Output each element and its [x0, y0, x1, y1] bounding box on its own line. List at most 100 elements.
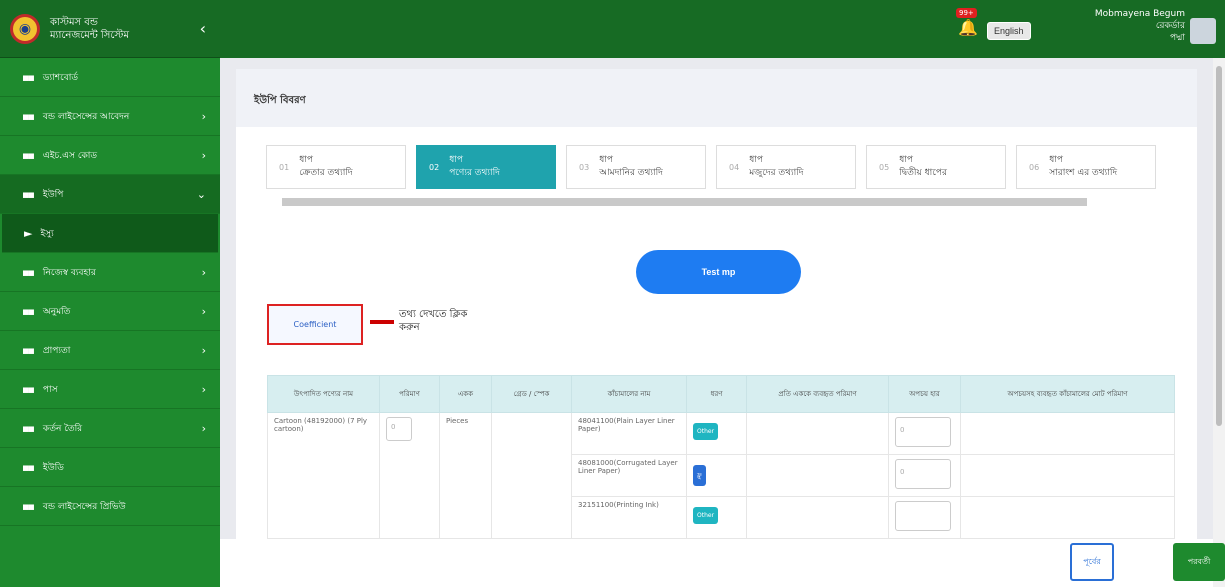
per-unit-cell	[746, 496, 889, 539]
sidebar-item-up[interactable]: ▪▪ ইউপি ⌄	[0, 175, 220, 214]
sidebar-item-label: ইউডি	[42, 462, 64, 473]
triangle-right-icon: ►	[24, 226, 33, 240]
step-summary-info[interactable]: 06 ধাপ সারাংশ এর তথ্যাদি	[1016, 145, 1156, 189]
col-material-name: কাঁচামালের নাম	[571, 375, 687, 413]
type-badge[interactable]: ফ্লু	[693, 465, 706, 486]
step-number: 01	[279, 162, 290, 172]
step-label: পণ্যের তথ্যাদি	[449, 168, 500, 178]
grid-icon: ▪▪	[22, 70, 35, 84]
collapse-icon[interactable]: ‹	[196, 19, 210, 38]
grid-icon: ▪▪	[22, 148, 35, 162]
step-number: 06	[1029, 162, 1040, 172]
test-mp-button[interactable]: Test mp	[636, 250, 801, 294]
grid-icon: ▪▪	[22, 109, 35, 123]
step-label: আমদানির তথ্যাদি	[599, 168, 663, 178]
sidebar-item-deduction[interactable]: ▪▪ কর্তন তৈরি ›	[0, 409, 220, 448]
step-caption: ধাপ	[1049, 155, 1063, 165]
quantity-input[interactable]: 0	[386, 417, 412, 441]
material-table: উৎপাদিত পণ্যের নাম পরিমাণ একক গ্রেড / স্…	[267, 375, 1175, 539]
stepper: 01 ধাপ ক্রেতার তথ্যাদি 02 ধাপ পণ্যের তথ্যাদি…	[266, 145, 1176, 193]
col-quantity: পরিমাণ	[379, 375, 440, 413]
chevron-right-icon: ›	[201, 382, 206, 396]
per-unit-cell	[746, 412, 889, 455]
horizontal-scrollbar[interactable]	[274, 197, 1174, 207]
waste-rate-input[interactable]: 0	[895, 417, 951, 447]
sidebar-item-ud[interactable]: ▪▪ ইউডি	[0, 448, 220, 487]
material-cell: 48081000(Corrugated Layer Liner Paper)	[571, 454, 687, 497]
user-name: Mobmayena Begum	[1094, 9, 1185, 19]
step-label: মজুদের তথ্যাদি	[749, 168, 804, 178]
waste-cell: 0	[888, 412, 961, 455]
step-second-stage[interactable]: 05 ধাপ দ্বিতীয় ধাপের	[866, 145, 1006, 189]
sidebar-item-label: অনুমতি	[42, 306, 71, 317]
notification-badge: 99+	[956, 8, 977, 18]
sidebar-item-label: ইস্যু	[40, 228, 54, 239]
grid-icon: ▪▪	[22, 460, 35, 474]
step-import-info[interactable]: 03 ধাপ আমদানির তথ্যাদি	[566, 145, 706, 189]
type-badge[interactable]: Other	[693, 507, 719, 524]
next-button[interactable]: পরবর্তী	[1173, 543, 1225, 581]
waste-cell	[888, 496, 961, 539]
step-product-info[interactable]: 02 ধাপ পণ্যের তথ্যাদি	[416, 145, 556, 189]
scrollbar-thumb[interactable]	[1216, 66, 1222, 426]
step-caption: ধাপ	[299, 155, 313, 165]
sidebar-item-dashboard[interactable]: ▪▪ ড্যাশবোর্ড	[0, 58, 220, 97]
waste-rate-input[interactable]: 0	[895, 459, 951, 489]
user-info[interactable]: Mobmayena Begum রেকর্ডার পদ্মা	[1080, 8, 1185, 44]
sidebar-item-label: বন্ড লাইসেন্সের প্রিভিউ	[42, 501, 126, 512]
waste-rate-input[interactable]	[895, 501, 951, 531]
step-caption: ধাপ	[749, 155, 763, 165]
total-cell	[960, 496, 1175, 539]
sidebar: ◉ কাস্টমস বন্ড ম্যানেজমেন্ট সিস্টেম ‹ ▪▪…	[0, 0, 220, 587]
sidebar-item-license-preview[interactable]: ▪▪ বন্ড লাইসেন্সের প্রিভিউ	[0, 487, 220, 526]
sidebar-item-own-use[interactable]: ▪▪ নিজেস্ব ব্যবহার ›	[0, 253, 220, 292]
chevron-right-icon: ›	[201, 343, 206, 357]
sidebar-header: ◉ কাস্টমস বন্ড ম্যানেজমেন্ট সিস্টেম ‹	[0, 0, 220, 58]
col-total-material: অপচয়সহ ব্যবহৃত কাঁচামালের মোট পরিমাণ	[960, 375, 1175, 413]
col-product-name: উৎপাদিত পণ্যের নাম	[267, 375, 380, 413]
main-card: ইউপি বিবরণ 01 ধাপ ক্রেতার তথ্যাদি 02 ধাপ পণ্…	[236, 69, 1197, 539]
sidebar-item-label: প্রাপ্যতা	[42, 345, 71, 356]
sidebar-item-pass[interactable]: ▪▪ পাস ›	[0, 370, 220, 409]
step-label: ক্রেতার তথ্যাদি	[299, 168, 353, 178]
sidebar-item-label: ড্যাশবোর্ড	[42, 72, 78, 83]
previous-button[interactable]: পূর্বের	[1070, 543, 1114, 581]
waste-cell: 0	[888, 454, 961, 497]
sidebar-item-permission[interactable]: ▪▪ অনুমতি ›	[0, 292, 220, 331]
scrollbar-thumb[interactable]	[282, 198, 1087, 206]
step-label: সারাংশ এর তথ্যাদি	[1049, 168, 1118, 178]
avatar[interactable]	[1190, 18, 1216, 44]
arrow-left-icon	[370, 320, 394, 324]
grade-cell	[491, 412, 572, 539]
coefficient-button[interactable]: Coefficient	[267, 304, 363, 345]
sidebar-item-issue[interactable]: ► ইস্যু	[2, 214, 218, 253]
user-office: পদ্মা	[1170, 33, 1185, 43]
sidebar-item-hs-code[interactable]: ▪▪ এইচ.এস কোড ›	[0, 136, 220, 175]
step-number: 03	[579, 162, 590, 172]
chevron-right-icon: ›	[201, 148, 206, 162]
step-caption: ধাপ	[599, 155, 613, 165]
step-buyer-info[interactable]: 01 ধাপ ক্রেতার তথ্যাদি	[266, 145, 406, 189]
chevron-right-icon: ›	[201, 109, 206, 123]
sidebar-item-bond-license-application[interactable]: ▪▪ বন্ড লাইসেন্সের আবেদন ›	[0, 97, 220, 136]
chevron-right-icon: ›	[201, 304, 206, 318]
sidebar-item-label: এইচ.এস কোড	[42, 150, 98, 161]
material-cell: 32151100(Printing Ink)	[571, 496, 687, 539]
vertical-scrollbar[interactable]	[1213, 58, 1225, 587]
language-toggle-button[interactable]: English	[987, 22, 1031, 40]
chevron-right-icon: ›	[201, 265, 206, 279]
user-role: রেকর্ডার	[1155, 21, 1185, 31]
sidebar-item-entitlement[interactable]: ▪▪ প্রাপ্যতা ›	[0, 331, 220, 370]
product-cell: Cartoon (48192000) (7 Ply cartoon)	[267, 412, 380, 539]
grid-icon: ▪▪	[22, 187, 35, 201]
sidebar-item-label: কর্তন তৈরি	[42, 423, 83, 434]
sidebar-item-label: বন্ড লাইসেন্সের আবেদন	[42, 111, 130, 122]
bell-icon[interactable]: 🔔 99+	[956, 8, 978, 37]
table-row: Cartoon (48192000) (7 Ply cartoon) 0 Pie…	[267, 412, 1175, 539]
chevron-down-icon: ⌄	[196, 187, 206, 201]
col-waste-rate: অপচয় হার	[888, 375, 961, 413]
type-badge[interactable]: Other	[693, 423, 719, 440]
quantity-cell: 0	[379, 412, 440, 539]
step-stock-info[interactable]: 04 ধাপ মজুদের তথ্যাদি	[716, 145, 856, 189]
top-bar: 🔔 99+ English Mobmayena Begum রেকর্ডার পদ…	[220, 0, 1225, 58]
